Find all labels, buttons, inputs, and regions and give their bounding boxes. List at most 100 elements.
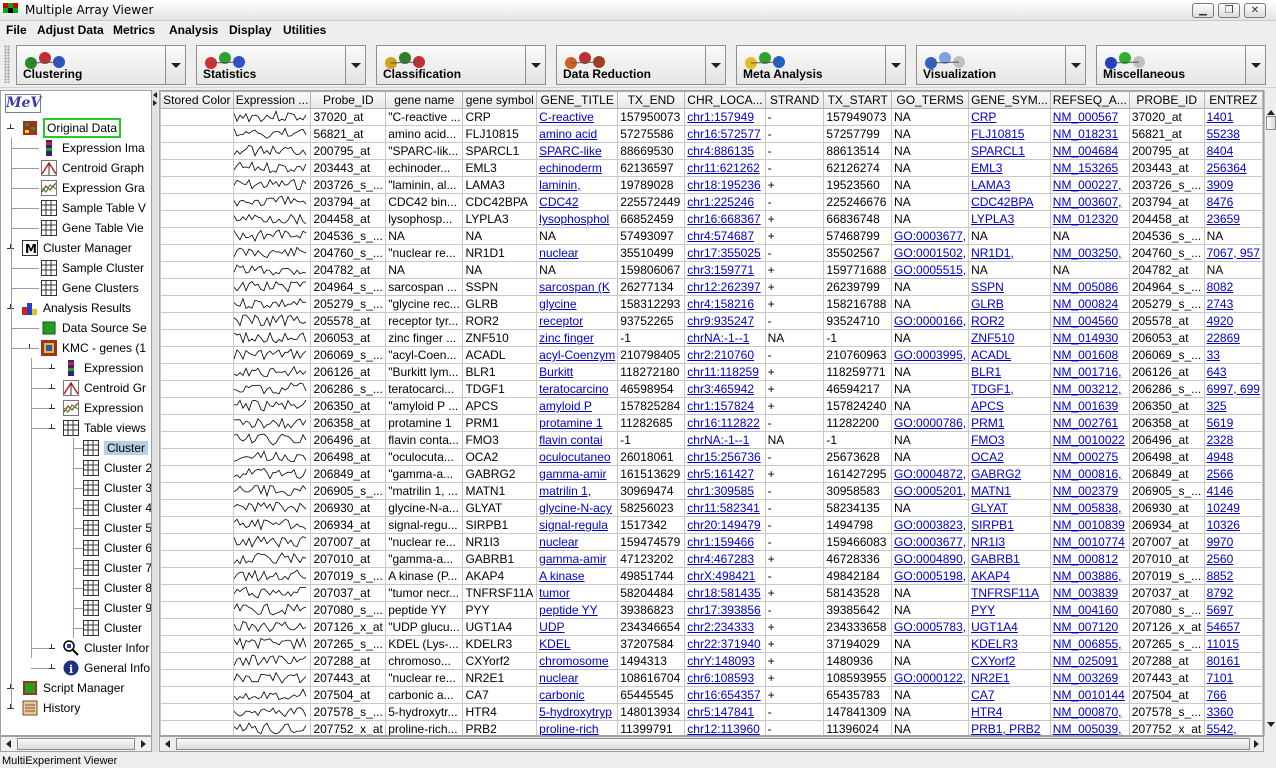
cell-tx-start[interactable]: 46728336 xyxy=(823,550,893,568)
cell-chr-loca[interactable]: chr3:159771 xyxy=(684,261,766,279)
cell-entrez[interactable]: 23659 xyxy=(1203,210,1263,228)
cell-tx-end[interactable]: 11399791 xyxy=(617,720,686,735)
cell-strand[interactable]: - xyxy=(764,516,825,534)
cell-gene-title[interactable]: receptor xyxy=(536,312,619,330)
cell-tx-end[interactable]: 46598954 xyxy=(617,380,686,398)
cell-strand[interactable]: - xyxy=(764,448,825,466)
cell-gene-name[interactable]: signal-regu... xyxy=(385,516,464,534)
cell-go-terms[interactable]: NA xyxy=(891,210,970,228)
cell-stored-color[interactable] xyxy=(160,669,234,687)
cell-chr-loca[interactable]: chr4:886135 xyxy=(684,142,766,160)
expression-thumbnail[interactable] xyxy=(232,312,312,330)
cell-probe-id[interactable]: 206496_at xyxy=(1128,431,1205,449)
cell-entrez[interactable]: 11015 xyxy=(1203,635,1263,653)
table-row[interactable]: 206498_at "oculocuta... OCA2 oculocutaneo 26… xyxy=(160,448,1263,466)
cell-go-terms[interactable]: NA xyxy=(891,142,970,160)
cell-refseq-a[interactable]: NM_000567 xyxy=(1049,108,1130,126)
cell-refseq-a[interactable]: NM_000275 xyxy=(1049,448,1130,466)
cell-tx-start[interactable]: 19523560 xyxy=(823,176,893,194)
cell-probe-id[interactable]: 206069_s_... xyxy=(1128,346,1205,364)
cell-stored-color[interactable] xyxy=(160,516,234,534)
cell-probe-id[interactable]: 207126_x_at xyxy=(1128,618,1205,636)
cell-probe-id[interactable]: 206498_at xyxy=(1128,448,1205,466)
cell-chr-loca[interactable]: chr1:309585 xyxy=(684,482,766,500)
cell-stored-color[interactable] xyxy=(160,601,234,619)
cell-tx-start[interactable]: 11282200 xyxy=(823,414,893,432)
cell-go-terms[interactable]: NA xyxy=(891,635,970,653)
expression-thumbnail[interactable] xyxy=(232,193,312,211)
cell-gene-symbol[interactable]: ROR2 xyxy=(462,312,538,330)
cell-stored-color[interactable] xyxy=(160,533,234,551)
menu-display[interactable]: Display xyxy=(229,23,272,37)
expression-thumbnail[interactable] xyxy=(232,601,312,619)
table-row[interactable]: 206053_at zinc finger ... ZNF510 zinc finge… xyxy=(160,329,1263,347)
cell-tx-start[interactable]: 11396024 xyxy=(823,720,893,735)
table-row[interactable]: 205279_s_... "glycine rec... GLRB glycine 15… xyxy=(160,295,1263,313)
cell-strand[interactable]: - xyxy=(764,499,825,517)
cell-strand[interactable]: NA xyxy=(764,431,825,449)
cell-gene-name[interactable]: "laminin, al... xyxy=(385,176,464,194)
cell-refseq-a[interactable]: NM_0010144 xyxy=(1049,686,1130,704)
cell-gene-symbol[interactable]: LYPLA3 xyxy=(462,210,538,228)
cell-tx-end[interactable]: 57493097 xyxy=(617,227,686,245)
cell-go-terms[interactable]: NA xyxy=(891,176,970,194)
maximize-button[interactable]: ❐ xyxy=(1218,3,1240,18)
cell-gene-title[interactable]: laminin, xyxy=(536,176,619,194)
cell-strand[interactable]: - xyxy=(764,244,825,262)
cell-go-terms[interactable]: GO:0005198, xyxy=(891,567,970,585)
expression-thumbnail[interactable] xyxy=(232,550,312,568)
cell-gene-sym[interactable]: OCA2 xyxy=(968,448,1051,466)
cell-gene-name[interactable]: NA xyxy=(385,261,464,279)
cell-gene-title[interactable]: CDC42 xyxy=(536,193,619,211)
cell-probe-id[interactable]: 203794_at xyxy=(1128,193,1205,211)
cell-refseq-a[interactable]: NM_153265 xyxy=(1049,159,1130,177)
cell-gene-symbol[interactable]: AKAP4 xyxy=(462,567,538,585)
cell-gene-name[interactable]: lysophosp... xyxy=(385,210,464,228)
cell-gene-sym[interactable]: GABRB1 xyxy=(968,550,1051,568)
cell-tx-end[interactable]: 159474579 xyxy=(617,533,686,551)
cell-stored-color[interactable] xyxy=(160,295,234,313)
expression-thumbnail[interactable] xyxy=(232,278,312,296)
scroll-left-icon[interactable] xyxy=(165,740,170,748)
column-header-gene-sym[interactable]: GENE_SYM... xyxy=(968,91,1051,109)
cell-chr-loca[interactable]: chr12:113960 xyxy=(684,720,766,735)
cell-refseq-a[interactable]: NM_003212, xyxy=(1049,380,1130,398)
cell-stored-color[interactable] xyxy=(160,227,234,245)
cell-probe-id[interactable]: 206358_at xyxy=(1128,414,1205,432)
cell-gene-symbol[interactable]: EML3 xyxy=(462,159,538,177)
cell-entrez[interactable]: 766 xyxy=(1203,686,1263,704)
cell-stored-color[interactable] xyxy=(160,465,234,483)
toolbar-miscellaneous-button[interactable]: Miscellaneous xyxy=(1096,45,1266,85)
cell-go-terms[interactable]: NA xyxy=(891,601,970,619)
expression-thumbnail[interactable] xyxy=(232,227,312,245)
cell-probe-id[interactable]: 206905_s_... xyxy=(1128,482,1205,500)
cell-entrez[interactable]: 2566 xyxy=(1203,465,1263,483)
cell-strand[interactable]: + xyxy=(764,618,825,636)
table-row[interactable]: 37020_at "C-reactive ... CRP C-reactive 1579… xyxy=(160,108,1263,126)
cell-gene-symbol[interactable]: PRB2 xyxy=(462,720,538,735)
cell-stored-color[interactable] xyxy=(160,431,234,449)
chevron-down-icon[interactable] xyxy=(165,46,185,84)
cell-gene-sym[interactable]: NR2E1 xyxy=(968,669,1051,687)
cell-gene-name[interactable]: "glycine rec... xyxy=(385,295,464,313)
cell-probe-id[interactable]: 200795_at xyxy=(1128,142,1205,160)
cell-tx-start[interactable]: -1 xyxy=(823,329,893,347)
cell-gene-title[interactable]: NA xyxy=(536,227,619,245)
cell-tx-end[interactable]: 1494313 xyxy=(617,652,686,670)
cell-refseq-a[interactable]: NM_000824 xyxy=(1049,295,1130,313)
cell-refseq-a[interactable]: NM_000812 xyxy=(1049,550,1130,568)
cell-gene-symbol[interactable]: APCS xyxy=(462,397,538,415)
cell-entrez[interactable]: 5697 xyxy=(1203,601,1263,619)
expression-thumbnail[interactable] xyxy=(232,363,312,381)
cell-tx-end[interactable]: 161513629 xyxy=(617,465,686,483)
cell-tx-start[interactable]: 234333658 xyxy=(823,618,893,636)
cell-probe-id[interactable]: 206069_s_... xyxy=(310,346,387,364)
cell-probe-id[interactable]: 207578_s_... xyxy=(310,703,387,721)
cell-gene-symbol[interactable]: PRM1 xyxy=(462,414,538,432)
cell-gene-name[interactable]: amino acid... xyxy=(385,125,464,143)
cell-entrez[interactable]: 8476 xyxy=(1203,193,1263,211)
expression-thumbnail[interactable] xyxy=(232,635,312,653)
cell-probe-id[interactable]: 206905_s_... xyxy=(310,482,387,500)
cell-gene-symbol[interactable]: OCA2 xyxy=(462,448,538,466)
cell-chr-loca[interactable]: chrX:498421 xyxy=(684,567,766,585)
